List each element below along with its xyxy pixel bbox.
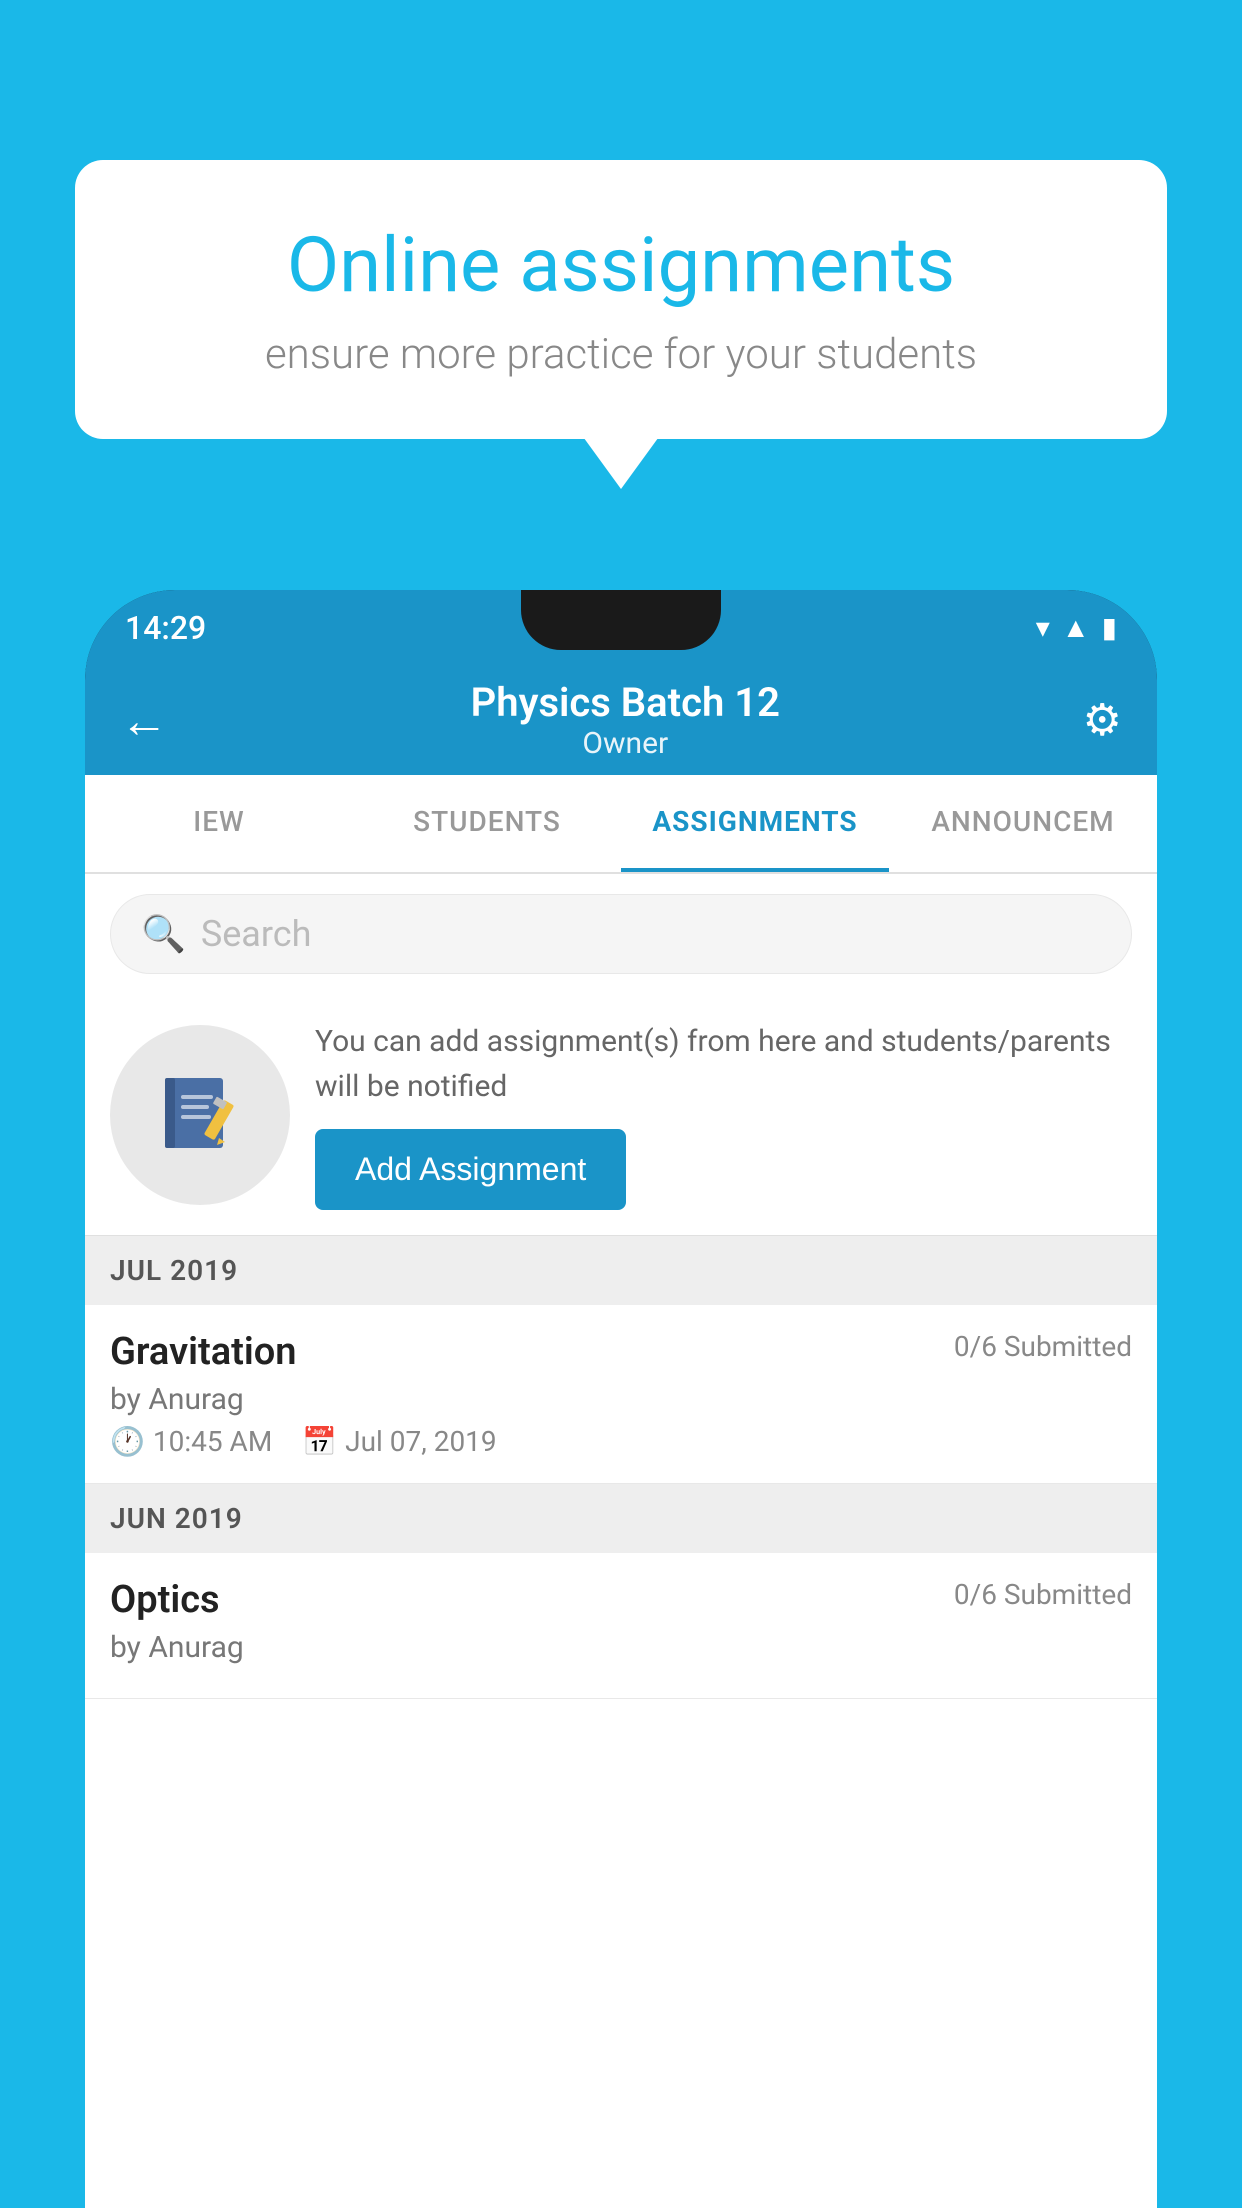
speech-bubble-title: Online assignments — [145, 220, 1097, 310]
assignment-item-optics[interactable]: Optics 0/6 Submitted by Anurag — [85, 1553, 1157, 1699]
notebook-svg-icon — [155, 1070, 245, 1160]
empty-state-description: You can add assignment(s) from here and … — [315, 1019, 1132, 1109]
empty-state-banner: You can add assignment(s) from here and … — [85, 994, 1157, 1236]
assignment-meta-gravitation: 🕐 10:45 AM 📅 Jul 07, 2019 — [110, 1425, 1132, 1458]
assignment-by-gravitation: by Anurag — [110, 1382, 1132, 1417]
tab-students[interactable]: STUDENTS — [353, 775, 621, 872]
speech-bubble-subtitle: ensure more practice for your students — [145, 330, 1097, 379]
status-bar: 14:29 ▾ ▲ ▮ — [85, 590, 1157, 665]
app-bar-title-container: Physics Batch 12 Owner — [471, 679, 780, 761]
search-bar[interactable]: 🔍 Search — [110, 894, 1132, 974]
tab-iew[interactable]: IEW — [85, 775, 353, 872]
assignment-title-optics: Optics — [110, 1578, 220, 1622]
search-bar-container: 🔍 Search — [85, 874, 1157, 994]
phone-frame: 14:29 ▾ ▲ ▮ ← Physics Batch 12 Owner ⚙ I… — [85, 590, 1157, 2208]
settings-icon[interactable]: ⚙ — [1083, 694, 1122, 746]
empty-icon-circle — [110, 1025, 290, 1205]
tabs-container: IEW STUDENTS ASSIGNMENTS ANNOUNCEM — [85, 775, 1157, 874]
speech-bubble-container: Online assignments ensure more practice … — [75, 160, 1167, 439]
assignment-submitted-gravitation: 0/6 Submitted — [954, 1330, 1132, 1363]
back-button[interactable]: ← — [120, 692, 168, 749]
assignment-date-gravitation: 📅 Jul 07, 2019 — [302, 1425, 496, 1458]
assignment-item-gravitation[interactable]: Gravitation 0/6 Submitted by Anurag 🕐 10… — [85, 1305, 1157, 1484]
calendar-icon: 📅 — [302, 1425, 337, 1458]
section-header-jun: JUN 2019 — [85, 1484, 1157, 1553]
status-time: 14:29 — [125, 609, 206, 647]
app-bar-title: Physics Batch 12 — [471, 679, 780, 726]
empty-banner-content: You can add assignment(s) from here and … — [315, 1019, 1132, 1210]
app-bar: ← Physics Batch 12 Owner ⚙ — [85, 665, 1157, 775]
add-assignment-button[interactable]: Add Assignment — [315, 1129, 626, 1210]
speech-bubble: Online assignments ensure more practice … — [75, 160, 1167, 439]
assignment-item-header-optics: Optics 0/6 Submitted — [110, 1578, 1132, 1622]
clock-icon: 🕐 — [110, 1425, 145, 1458]
tab-assignments[interactable]: ASSIGNMENTS — [621, 775, 889, 872]
status-icons: ▾ ▲ ▮ — [1036, 611, 1117, 644]
battery-icon: ▮ — [1102, 611, 1117, 644]
app-bar-subtitle: Owner — [471, 726, 780, 761]
assignment-item-header: Gravitation 0/6 Submitted — [110, 1330, 1132, 1374]
phone-screen: IEW STUDENTS ASSIGNMENTS ANNOUNCEM 🔍 Sea… — [85, 775, 1157, 2208]
signal-icon: ▲ — [1062, 611, 1090, 644]
tab-announcements[interactable]: ANNOUNCEM — [889, 775, 1157, 872]
assignment-submitted-optics: 0/6 Submitted — [954, 1578, 1132, 1611]
wifi-icon: ▾ — [1036, 611, 1050, 644]
search-placeholder: Search — [201, 913, 312, 955]
assignment-title-gravitation: Gravitation — [110, 1330, 297, 1374]
assignment-by-optics: by Anurag — [110, 1630, 1132, 1665]
section-header-jul: JUL 2019 — [85, 1236, 1157, 1305]
search-icon: 🔍 — [141, 913, 186, 955]
assignment-time-gravitation: 🕐 10:45 AM — [110, 1425, 272, 1458]
